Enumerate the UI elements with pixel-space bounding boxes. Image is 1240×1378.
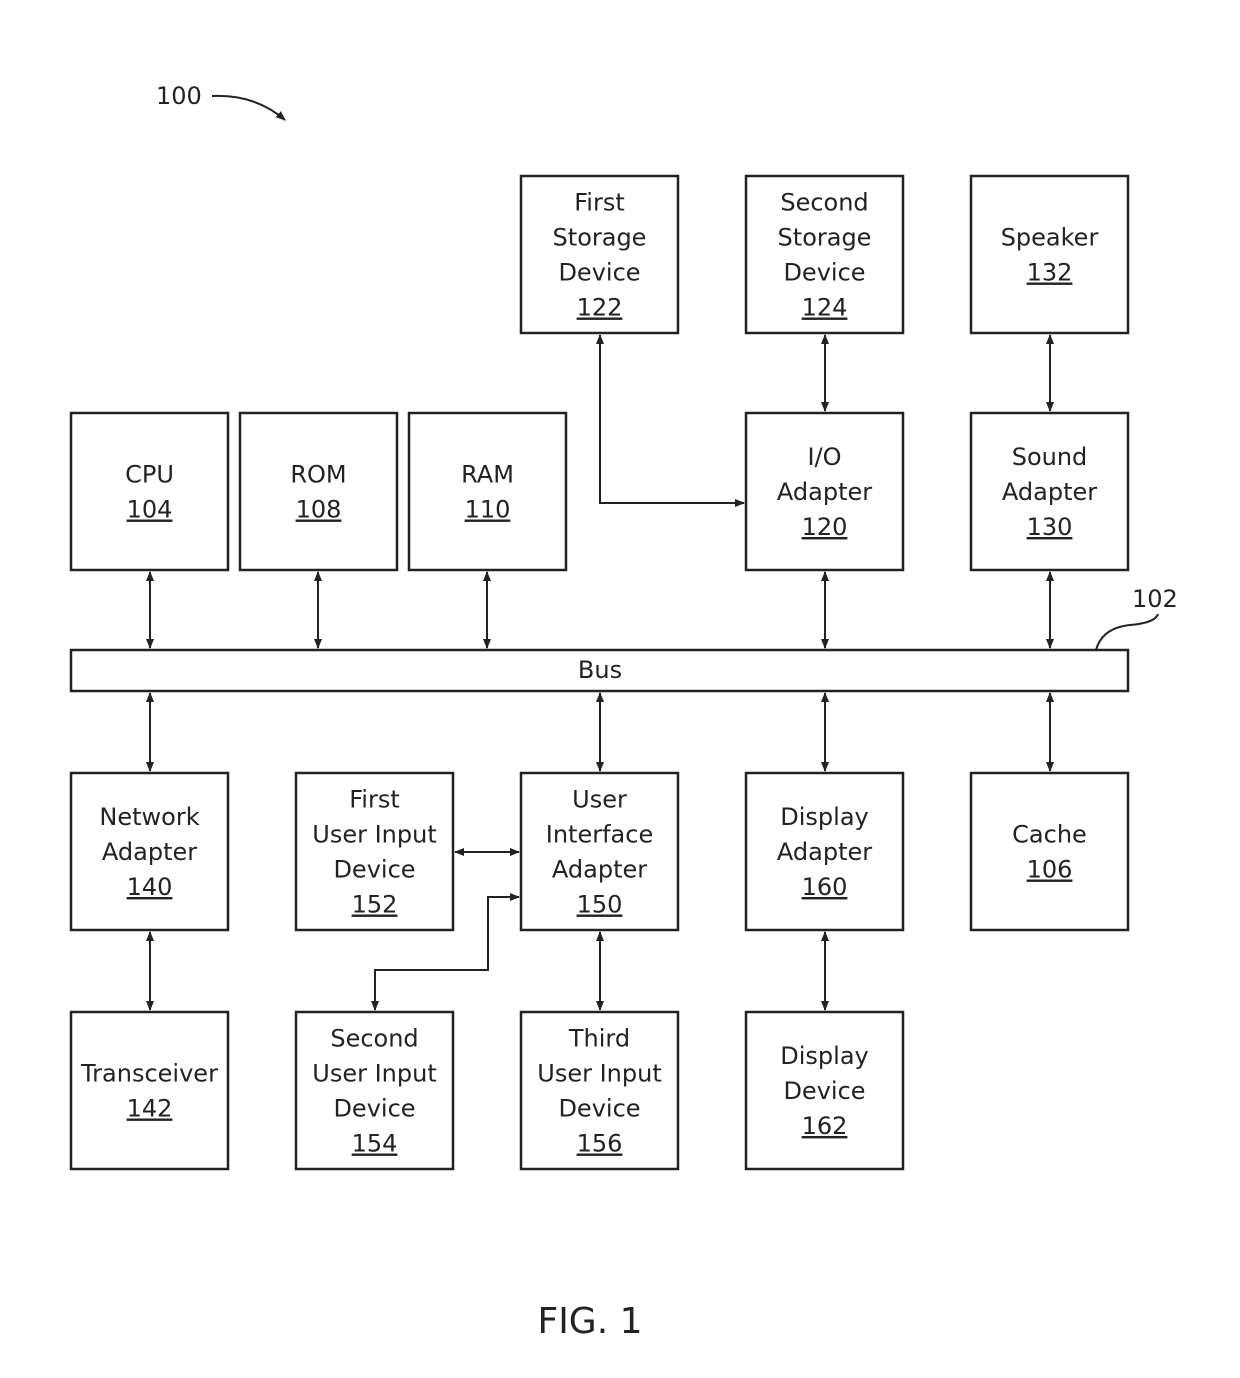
block-ref-number: 110: [465, 496, 511, 524]
block-label-line: Adapter: [777, 838, 872, 866]
block-label-line: Device: [333, 856, 415, 884]
block-label-line: First: [349, 786, 400, 814]
block-ref-number: 108: [296, 496, 342, 524]
second-uid-block: Second User Input Device 154: [294, 1010, 455, 1171]
speaker-block: Speaker 132: [969, 174, 1130, 335]
block-label-line: Storage: [553, 224, 647, 252]
display-adapter-block: Display Adapter 160: [744, 771, 905, 932]
block-label-line: Second: [780, 189, 868, 217]
rom-block: ROM 108: [238, 411, 399, 572]
block-label-line: RAM: [461, 461, 514, 489]
bus-ref-number: 102: [1132, 585, 1178, 613]
block-ref-number: 120: [802, 513, 848, 541]
block-outline: [969, 771, 1130, 932]
block-label-line: Adapter: [102, 838, 197, 866]
first-uid-block: First User Input Device 152: [294, 771, 455, 932]
block-ref-number: 150: [577, 891, 623, 919]
block-label-line: Device: [333, 1095, 415, 1123]
block-label-line: Adapter: [777, 478, 872, 506]
block-label-line: Device: [783, 1077, 865, 1105]
block-diagram: 100 Bus 102 FirstStorageDevice122SecondS…: [69, 82, 1178, 1342]
block-outline: [69, 411, 230, 572]
block-label-line: Transceiver: [80, 1060, 218, 1088]
block-ref-number: 132: [1027, 259, 1073, 287]
block-ref-number: 140: [127, 873, 173, 901]
cache-block: Cache 106: [969, 771, 1130, 932]
block-label-line: I/O: [807, 443, 841, 471]
first-storage-block: First Storage Device 122: [519, 174, 680, 335]
block-label-line: First: [574, 189, 625, 217]
transceiver-block: Transceiver 142: [69, 1010, 230, 1171]
block-ref-number: 160: [802, 873, 848, 901]
block-ref-number: 162: [802, 1112, 848, 1140]
block-label-line: Device: [558, 259, 640, 287]
bus-ref-leader: [1095, 613, 1159, 651]
third-uid-block: Third User Input Device 156: [519, 1010, 680, 1171]
block-label-line: Device: [783, 259, 865, 287]
display-device-block: Display Device 162: [744, 1010, 905, 1171]
block-outline: [407, 411, 568, 572]
block-outline: [238, 411, 399, 572]
block-label-line: User Input: [312, 1060, 436, 1088]
block-label-line: Second: [330, 1025, 418, 1053]
block-ref-number: 106: [1027, 856, 1073, 884]
block-label-line: Cache: [1012, 821, 1087, 849]
block-label-line: Interface: [546, 821, 653, 849]
block-ref-number: 122: [577, 294, 623, 322]
figure-ref-number: 100: [156, 82, 202, 110]
network-adapter-block: Network Adapter 140: [69, 771, 230, 932]
block-label-line: Speaker: [1001, 224, 1099, 252]
block-label-line: Network: [99, 803, 199, 831]
block-ref-number: 142: [127, 1095, 173, 1123]
ui-adapter-block: User Interface Adapter 150: [519, 771, 680, 932]
block-label-line: User Input: [537, 1060, 661, 1088]
block-label-line: Device: [558, 1095, 640, 1123]
block-ref-number: 156: [577, 1130, 623, 1158]
block-label-line: Adapter: [552, 856, 647, 884]
block-label-line: Display: [780, 803, 868, 831]
ram-block: RAM 110: [407, 411, 568, 572]
block-ref-number: 152: [352, 891, 398, 919]
io-adapter-block: I/O Adapter 120: [744, 411, 905, 572]
block-label-line: User: [572, 786, 627, 814]
block-outline: [969, 174, 1130, 335]
block-label-line: Sound: [1012, 443, 1088, 471]
block-outline: [69, 1010, 230, 1171]
block-label-line: User Input: [312, 821, 436, 849]
figure-caption: FIG. 1: [537, 1301, 642, 1342]
block-ref-number: 130: [1027, 513, 1073, 541]
block-ref-number: 124: [802, 294, 848, 322]
figure-ref-arrow: [211, 94, 286, 121]
block-label-line: Adapter: [1002, 478, 1097, 506]
first-storage-io-arrow: [596, 334, 745, 507]
block-label-line: ROM: [290, 461, 346, 489]
block-label-line: Third: [568, 1025, 630, 1053]
sound-adapter-block: Sound Adapter 130: [969, 411, 1130, 572]
block-ref-number: 104: [127, 496, 173, 524]
block-ref-number: 154: [352, 1130, 398, 1158]
block-label-line: Storage: [778, 224, 872, 252]
block-label-line: Display: [780, 1042, 868, 1070]
block-label-line: CPU: [125, 461, 174, 489]
cpu-block: CPU 104: [69, 411, 230, 572]
second-storage-block: Second Storage Device 124: [744, 174, 905, 335]
bus-label: Bus: [578, 656, 622, 684]
